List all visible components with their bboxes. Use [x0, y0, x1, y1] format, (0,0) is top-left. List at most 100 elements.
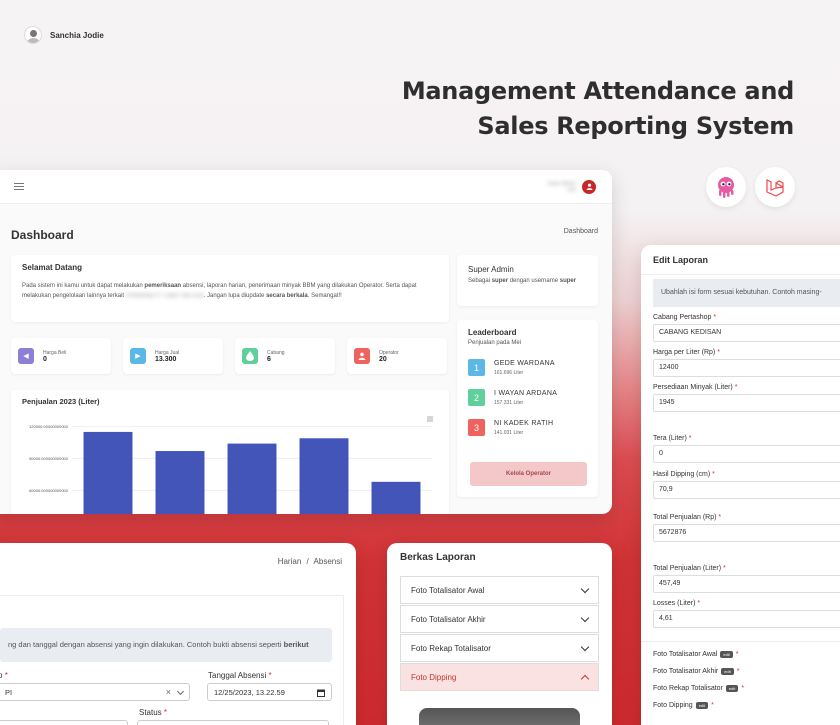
persediaan-input[interactable]: 1945	[653, 394, 840, 412]
avatar	[24, 26, 42, 44]
field-label: Tera (Liter) *	[653, 435, 692, 442]
stat-label: Harga Jual	[155, 349, 180, 356]
chart-bar[interactable]	[299, 438, 349, 514]
clear-icon[interactable]: ×	[166, 687, 171, 697]
total-liter-input[interactable]: 457,49	[653, 575, 840, 593]
livewire-logo	[706, 167, 746, 207]
stat-harga-jual: ▶ Harga Jual 13.300	[123, 338, 223, 374]
chevron-down-icon	[580, 642, 590, 651]
y-tick-label: 60000.000000000000	[29, 488, 69, 493]
edit-badge[interactable]: edit	[721, 668, 734, 675]
super-admin-title: Super Admin	[468, 265, 514, 274]
welcome-card: Selamat Datang Pada sistem ini kamu untu…	[11, 255, 449, 322]
date-label: Tanggal Absensi *	[208, 671, 272, 680]
laravel-icon	[766, 179, 784, 197]
stat-label: Operator	[379, 349, 399, 356]
kelola-operator-button[interactable]: Kelola Operator	[470, 462, 587, 486]
chart-bar[interactable]	[371, 481, 421, 514]
leader-value: 161.696 Liter	[494, 369, 524, 376]
chart-menu-icon[interactable]	[427, 416, 433, 422]
leader-value: 157.331 Liter	[494, 399, 524, 406]
edit-badge[interactable]: edit	[720, 651, 733, 658]
field-label: Harga per Liter (Rp) *	[653, 349, 720, 356]
cabang-input[interactable]: CABANG KEDISAN	[653, 324, 840, 342]
leader-name: I WAYAN ARDANA	[494, 389, 558, 397]
edit-title: Edit Laporan	[653, 255, 709, 265]
field-label: Hasil Dipping (cm) *	[653, 471, 715, 478]
dashboard-topbar: Super Admin Lalu	[0, 170, 612, 204]
welcome-text: Pada sistem ini kamu untuk dapat melakuk…	[22, 283, 417, 299]
leader-name: GEDE WARDANA	[494, 359, 555, 367]
breadcrumb-harian[interactable]: Harian	[278, 557, 302, 566]
accordion-foto-totalisator-awal[interactable]: Foto Totalisator Awal	[400, 576, 599, 604]
sales-chart-card: Penjualan 2023 (Liter) 120000.0000000000…	[11, 390, 449, 514]
photo-label: Foto Totalisator Akhir edit *	[653, 668, 740, 675]
field-label: Total Penjualan (Liter) *	[653, 565, 726, 572]
hero-line-2: Sales Reporting System	[477, 112, 794, 140]
dipping-photo	[419, 708, 580, 725]
stat-value: 6	[267, 355, 271, 363]
hamburger-menu-icon[interactable]	[14, 183, 24, 190]
edit-badge[interactable]: edit	[725, 685, 739, 692]
edit-notice: Ubahlah isi form sesuai kebutuhan. Conto…	[653, 279, 840, 307]
accordion-foto-totalisator-akhir[interactable]: Foto Totalisator Akhir	[400, 605, 599, 633]
divider	[641, 274, 840, 275]
leaderboard-subtitle: Penjualan pada Mei	[468, 340, 522, 346]
page-title: Dashboard	[11, 228, 74, 242]
laravel-logo	[755, 167, 795, 207]
breadcrumb-separator: /	[306, 557, 309, 566]
tera-input[interactable]: 0	[653, 445, 840, 463]
edit-laporan-window: Edit Laporan Ubahlah isi form sesuai keb…	[641, 245, 840, 725]
field-label: Cabang Pertashop *	[653, 314, 717, 321]
leader-name: NI KADEK RATIH	[494, 419, 554, 427]
calendar-icon[interactable]	[317, 689, 325, 697]
user-profile[interactable]: Sanchia Jodie	[24, 26, 104, 44]
chart-title: Penjualan 2023 (Liter)	[22, 397, 100, 406]
accordion-foto-rekap-totalisator[interactable]: Foto Rekap Totalisator	[400, 634, 599, 662]
leaderboard-item: 3 NI KADEK RATIH 141.031 Liter	[468, 419, 587, 436]
left-field-input[interactable]	[0, 720, 128, 725]
arrow-left-icon: ◀	[18, 348, 34, 364]
operator-select[interactable]: PI ×	[0, 683, 190, 701]
berkas-title: Berkas Laporan	[400, 552, 476, 563]
leaderboard-item: 1 GEDE WARDANA 161.696 Liter	[468, 359, 587, 376]
livewire-icon	[718, 177, 734, 198]
stat-label: Cabang	[267, 349, 285, 356]
field-label: p *	[0, 671, 8, 680]
breadcrumb-absensi: Absensi	[313, 557, 342, 566]
dipping-input[interactable]: 70,9	[653, 481, 840, 499]
accordion-foto-dipping[interactable]: Foto Dipping	[400, 663, 599, 691]
topbar-user[interactable]: Super Admin Lalu	[547, 179, 596, 194]
topbar-avatar[interactable]	[582, 179, 596, 194]
y-tick-label: 90000.000000000000	[29, 456, 69, 461]
edit-badge[interactable]: edit	[695, 702, 709, 709]
user-name: Sanchia Jodie	[50, 30, 104, 40]
hero-title: Management Attendance and Sales Reportin…	[402, 74, 794, 144]
chevron-down-icon[interactable]	[176, 687, 185, 696]
field-label: Persediaan Minyak (Liter) *	[653, 384, 738, 391]
chart-bar[interactable]	[155, 451, 205, 514]
status-select[interactable]	[137, 720, 329, 725]
stat-value: 0	[43, 355, 47, 363]
stat-value: 20	[379, 355, 387, 363]
leaderboard-card: Leaderboard Penjualan pada Mei 1 GEDE WA…	[457, 320, 598, 497]
sales-bar-chart: 120000.00000000000 90000.000000000000 6000…	[29, 416, 433, 514]
photo-label: Foto Dipping edit *	[653, 702, 714, 709]
harga-input[interactable]: 12400	[653, 359, 840, 377]
chevron-up-icon	[580, 674, 590, 683]
losses-input[interactable]: 4,61	[653, 610, 840, 628]
tanggal-absensi-input[interactable]: 12/25/2023, 13.22.59	[207, 683, 332, 701]
absensi-window: Harian / Absensi ng dan tanggal dengan a…	[0, 543, 356, 725]
chart-bar[interactable]	[227, 443, 277, 514]
drop-icon	[242, 348, 258, 364]
stat-label: Harga Beli	[43, 349, 67, 356]
leaderboard-item: 2 I WAYAN ARDANA 157.331 Liter	[468, 389, 587, 406]
total-rp-input[interactable]: 5672876	[653, 524, 840, 542]
breadcrumb[interactable]: Dashboard	[564, 228, 598, 235]
topbar-user-text: Super Admin Lalu	[547, 181, 576, 193]
chart-bar[interactable]	[83, 431, 133, 514]
photo-label: Foto Rekap Totalisator edit *	[653, 685, 745, 692]
status-label: Status *	[139, 708, 168, 717]
rank-badge: 2	[468, 389, 485, 406]
field-label: Total Penjualan (Rp) *	[653, 514, 722, 521]
